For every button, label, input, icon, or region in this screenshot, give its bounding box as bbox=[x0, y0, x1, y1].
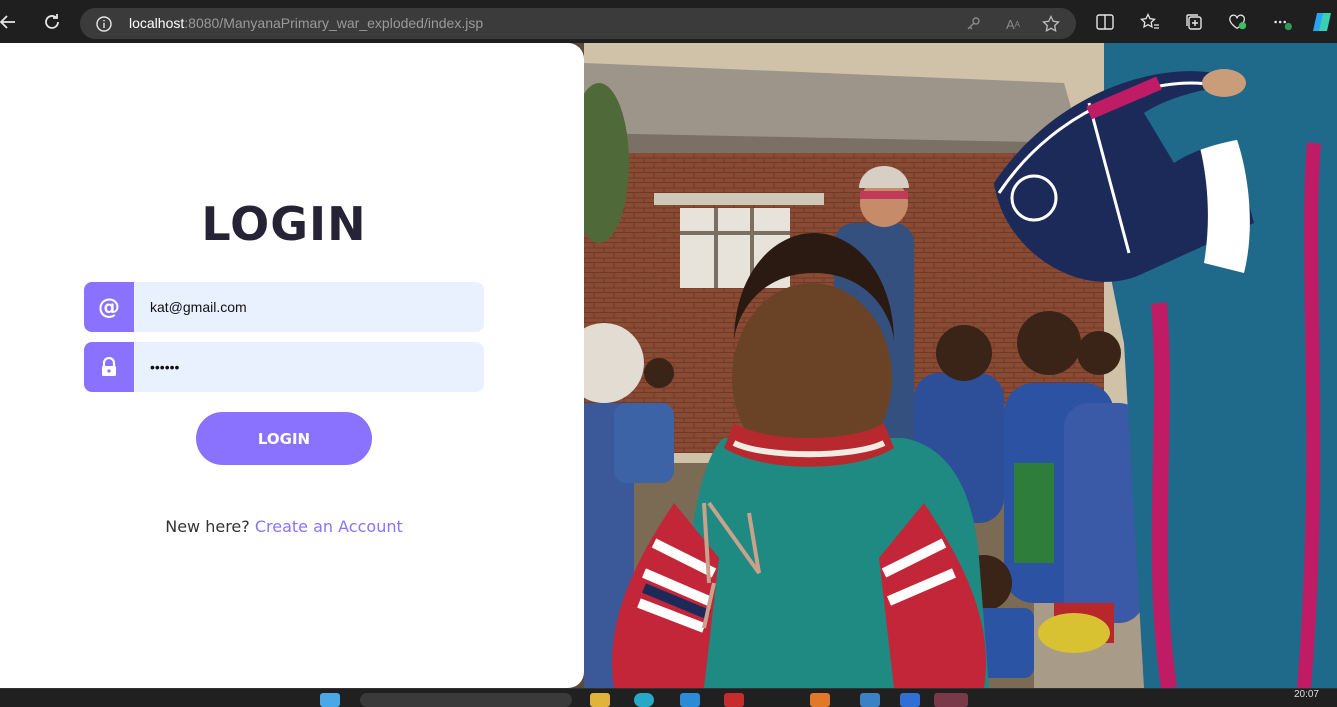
windows-taskbar: 20:07 bbox=[0, 688, 1337, 707]
health-heart-icon[interactable] bbox=[1228, 12, 1248, 32]
store-icon[interactable] bbox=[680, 693, 700, 707]
create-account-link[interactable]: Create an Account bbox=[255, 517, 403, 536]
address-bar[interactable]: localhost:8080/ManyanaPrimary_war_explod… bbox=[80, 8, 1076, 39]
more-options-icon[interactable] bbox=[1272, 12, 1292, 32]
favorites-icon[interactable] bbox=[1140, 12, 1160, 32]
login-panel: LOGIN @ LOGIN New here? Create an Accoun… bbox=[0, 43, 584, 688]
at-sign-icon: @ bbox=[84, 282, 134, 332]
app-icon-2[interactable] bbox=[810, 693, 830, 707]
back-arrow-icon[interactable] bbox=[0, 8, 22, 36]
lock-icon bbox=[84, 342, 134, 392]
password-input[interactable] bbox=[134, 342, 484, 392]
login-title: LOGIN bbox=[201, 197, 367, 251]
signup-prefix: New here? bbox=[165, 517, 250, 536]
favorite-star-icon[interactable] bbox=[1042, 15, 1060, 33]
start-icon[interactable] bbox=[320, 693, 340, 707]
email-input[interactable] bbox=[134, 282, 484, 332]
password-field bbox=[84, 342, 484, 392]
file-explorer-icon[interactable] bbox=[590, 693, 610, 707]
edge-icon[interactable] bbox=[634, 693, 654, 707]
refresh-icon[interactable] bbox=[38, 8, 66, 36]
email-field: @ bbox=[84, 282, 484, 332]
info-icon[interactable] bbox=[96, 16, 112, 36]
app-icon-3[interactable] bbox=[860, 693, 880, 707]
school-children-photo bbox=[584, 43, 1337, 688]
read-aloud-icon[interactable]: AA bbox=[1004, 15, 1022, 33]
taskbar-clock[interactable]: 20:07 bbox=[1294, 689, 1319, 700]
collections-icon[interactable] bbox=[1184, 12, 1204, 32]
login-button[interactable]: LOGIN bbox=[196, 412, 372, 465]
browser-toolbar: localhost:8080/ManyanaPrimary_war_explod… bbox=[0, 0, 1337, 43]
taskbar-search[interactable] bbox=[360, 693, 572, 707]
key-icon[interactable] bbox=[964, 15, 982, 33]
split-screen-icon[interactable] bbox=[1095, 12, 1115, 32]
signup-prompt: New here? Create an Account bbox=[0, 517, 568, 536]
copilot-icon[interactable] bbox=[1310, 12, 1336, 32]
url-text[interactable]: localhost:8080/ManyanaPrimary_war_explod… bbox=[129, 15, 483, 31]
app-icon[interactable] bbox=[724, 693, 744, 707]
intellij-icon[interactable] bbox=[934, 693, 968, 707]
page-content: LOGIN @ LOGIN New here? Create an Accoun… bbox=[0, 43, 1337, 688]
app-icon-4[interactable] bbox=[900, 693, 920, 707]
